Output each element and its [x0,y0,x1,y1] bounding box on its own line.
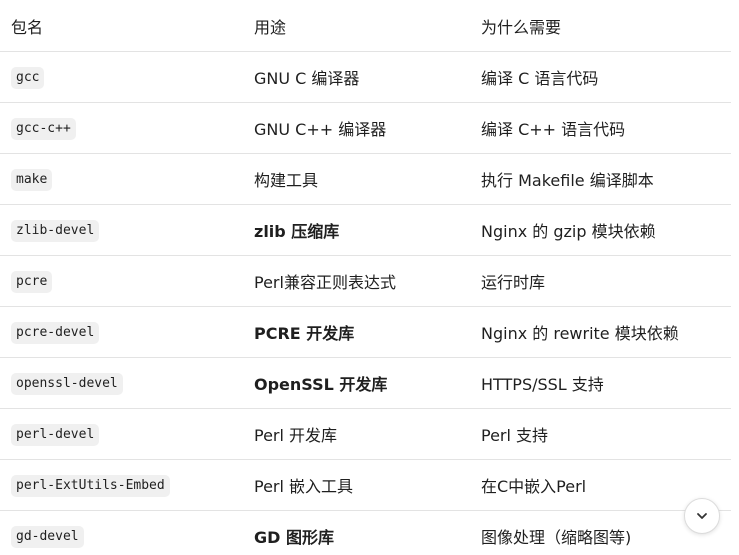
scroll-down-button[interactable] [684,498,720,534]
cell-package: gcc [0,51,254,103]
cell-purpose: Perl 嵌入工具 [254,459,481,511]
table-header-row: 包名 用途 为什么需要 [0,0,731,52]
cell-package: pcre-devel [0,306,254,358]
table-row: perl-devel Perl 开发库 Perl 支持 [0,408,731,460]
table-row: gcc-c++ GNU C++ 编译器 编译 C++ 语言代码 [0,102,731,154]
cell-package: make [0,153,254,205]
cell-reason: 编译 C++ 语言代码 [481,102,731,154]
package-name-code: openssl-devel [11,372,123,395]
table-row: pcre Perl兼容正则表达式 运行时库 [0,255,731,307]
package-name-code: perl-devel [11,423,100,446]
package-name-code: pcre [11,270,53,293]
cell-package: openssl-devel [0,357,254,409]
table-row: make 构建工具 执行 Makefile 编译脚本 [0,153,731,205]
cell-reason: Perl 支持 [481,408,731,460]
package-table: 包名 用途 为什么需要 gcc GNU C 编译器 编译 C 语言代码 gcc-c++… [0,0,731,555]
cell-package: gcc-c++ [0,102,254,154]
package-name-code: gcc-c++ [11,117,76,140]
cell-reason: Nginx 的 rewrite 模块依赖 [481,306,731,358]
cell-package: perl-ExtUtils-Embed [0,459,254,511]
cell-purpose: GNU C 编译器 [254,51,481,103]
cell-purpose: GD 图形库 [254,510,481,555]
package-name-code: pcre-devel [11,321,100,344]
package-name-code: gd-devel [11,525,84,548]
page: 包名 用途 为什么需要 gcc GNU C 编译器 编译 C 语言代码 gcc-c++… [0,0,739,555]
cell-reason: HTTPS/SSL 支持 [481,357,731,409]
cell-purpose: OpenSSL 开发库 [254,357,481,409]
cell-purpose: Perl 开发库 [254,408,481,460]
cell-package: perl-devel [0,408,254,460]
cell-package: gd-devel [0,510,254,555]
cell-purpose: 构建工具 [254,153,481,205]
chevron-down-icon [697,513,707,519]
header-package: 包名 [0,0,254,52]
package-name-code: perl-ExtUtils-Embed [11,474,170,497]
cell-purpose: Perl兼容正则表达式 [254,255,481,307]
header-reason: 为什么需要 [481,0,731,52]
table-body: gcc GNU C 编译器 编译 C 语言代码 gcc-c++ GNU C++ 编译器编… [0,51,731,555]
package-name-code: make [11,168,53,191]
cell-package: zlib-devel [0,204,254,256]
cell-reason: 运行时库 [481,255,731,307]
cell-reason: Nginx 的 gzip 模块依赖 [481,204,731,256]
header-purpose: 用途 [254,0,481,52]
table-row: zlib-devel zlib 压缩库 Nginx 的 gzip 模块依赖 [0,204,731,256]
cell-purpose: GNU C++ 编译器 [254,102,481,154]
package-name-code: gcc [11,66,45,89]
cell-purpose: PCRE 开发库 [254,306,481,358]
table-row: pcre-devel PCRE 开发库 Nginx 的 rewrite 模块依赖 [0,306,731,358]
cell-reason: 执行 Makefile 编译脚本 [481,153,731,205]
cell-package: pcre [0,255,254,307]
table-row: perl-ExtUtils-Embed Perl 嵌入工具 在C中嵌入Perl [0,459,731,511]
table-row: openssl-devel OpenSSL 开发库 HTTPS/SSL 支持 [0,357,731,409]
package-name-code: zlib-devel [11,219,100,242]
table-row: gd-devel GD 图形库 图像处理（缩略图等) [0,510,731,555]
table-row: gcc GNU C 编译器 编译 C 语言代码 [0,51,731,103]
cell-purpose: zlib 压缩库 [254,204,481,256]
cell-reason: 编译 C 语言代码 [481,51,731,103]
